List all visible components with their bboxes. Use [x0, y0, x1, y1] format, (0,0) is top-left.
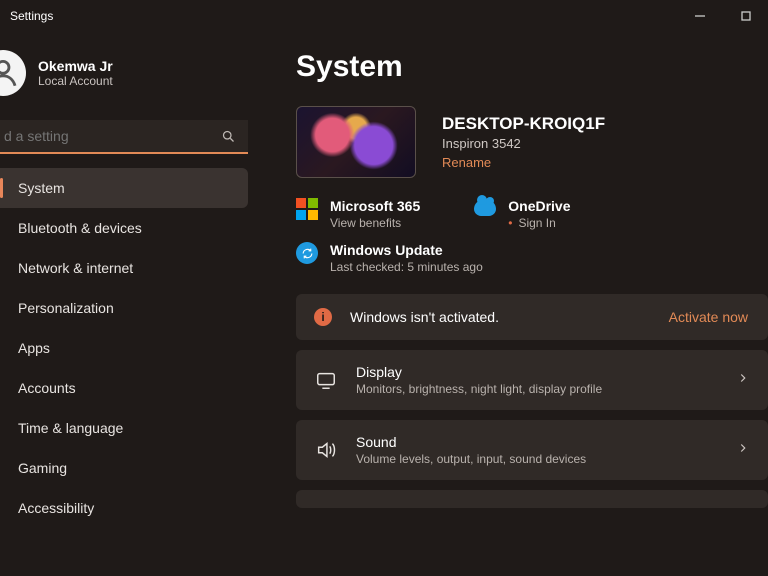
minimize-button[interactable] [686, 2, 714, 30]
alert-icon: i [314, 308, 332, 326]
maximize-button[interactable] [732, 2, 760, 30]
sound-icon [314, 439, 338, 461]
sidebar-item-accessibility[interactable]: Accessibility [0, 488, 248, 528]
sidebar-item-gaming[interactable]: Gaming [0, 448, 248, 488]
services-row: Microsoft 365 View benefits OneDrive Sig… [296, 198, 768, 230]
search-icon [221, 129, 236, 144]
card-title: Display [356, 364, 602, 380]
setting-card-partial[interactable] [296, 490, 768, 508]
page-title: System [296, 50, 768, 84]
sidebar-item-time-language[interactable]: Time & language [0, 408, 248, 448]
sidebar-nav: System Bluetooth & devices Network & int… [0, 168, 256, 528]
window-title: Settings [10, 9, 53, 23]
sidebar-item-personalization[interactable]: Personalization [0, 288, 248, 328]
service-label: OneDrive [508, 198, 570, 214]
sidebar: Okemwa Jr Local Account System Bluetooth… [0, 32, 256, 576]
setting-card-sound[interactable]: Sound Volume levels, output, input, soun… [296, 420, 768, 480]
activation-alert: i Windows isn't activated. Activate now [296, 294, 768, 340]
display-icon [314, 369, 338, 391]
sidebar-item-network[interactable]: Network & internet [0, 248, 248, 288]
main-pane: System DESKTOP-KROIQ1F Inspiron 3542 Ren… [256, 32, 768, 576]
windows-update-row[interactable]: Windows Update Last checked: 5 minutes a… [296, 242, 768, 274]
profile-name: Okemwa Jr [38, 58, 113, 74]
onedrive-icon [474, 200, 496, 216]
rename-link[interactable]: Rename [442, 155, 605, 170]
service-m365[interactable]: Microsoft 365 View benefits [296, 198, 420, 230]
device-model: Inspiron 3542 [442, 136, 605, 151]
update-sublabel: Last checked: 5 minutes ago [330, 260, 483, 274]
activation-message: Windows isn't activated. [350, 309, 499, 325]
card-subtitle: Monitors, brightness, night light, displ… [356, 382, 602, 396]
search-field[interactable] [0, 120, 248, 154]
update-label: Windows Update [330, 242, 483, 258]
service-sublabel: View benefits [330, 216, 420, 230]
service-sublabel: Sign In [508, 216, 570, 230]
sidebar-item-apps[interactable]: Apps [0, 328, 248, 368]
profile-block[interactable]: Okemwa Jr Local Account [0, 32, 256, 116]
window-controls [686, 2, 760, 30]
sidebar-item-label: System [18, 180, 65, 196]
profile-account-type: Local Account [38, 74, 113, 88]
card-subtitle: Volume levels, output, input, sound devi… [356, 452, 586, 466]
avatar [0, 50, 26, 96]
sidebar-item-accounts[interactable]: Accounts [0, 368, 248, 408]
chevron-right-icon [736, 441, 750, 460]
search-input[interactable] [4, 128, 184, 144]
user-icon [0, 56, 20, 90]
sidebar-item-label: Accessibility [18, 500, 94, 516]
setting-card-display[interactable]: Display Monitors, brightness, night ligh… [296, 350, 768, 410]
device-summary: DESKTOP-KROIQ1F Inspiron 3542 Rename [296, 106, 768, 178]
sync-icon [296, 242, 318, 264]
title-bar: Settings [0, 0, 768, 32]
sidebar-item-label: Bluetooth & devices [18, 220, 142, 236]
sidebar-item-bluetooth[interactable]: Bluetooth & devices [0, 208, 248, 248]
service-onedrive[interactable]: OneDrive Sign In [474, 198, 570, 230]
microsoft-logo-icon [296, 198, 318, 220]
sidebar-item-label: Personalization [18, 300, 114, 316]
chevron-right-icon [736, 371, 750, 390]
card-title: Sound [356, 434, 586, 450]
sidebar-item-label: Apps [18, 340, 50, 356]
sidebar-item-label: Time & language [18, 420, 123, 436]
sidebar-item-label: Accounts [18, 380, 76, 396]
activate-now-link[interactable]: Activate now [669, 309, 750, 325]
device-thumbnail[interactable] [296, 106, 416, 178]
sidebar-item-label: Network & internet [18, 260, 133, 276]
sidebar-item-system[interactable]: System [0, 168, 248, 208]
service-label: Microsoft 365 [330, 198, 420, 214]
sidebar-item-label: Gaming [18, 460, 67, 476]
device-name: DESKTOP-KROIQ1F [442, 114, 605, 134]
